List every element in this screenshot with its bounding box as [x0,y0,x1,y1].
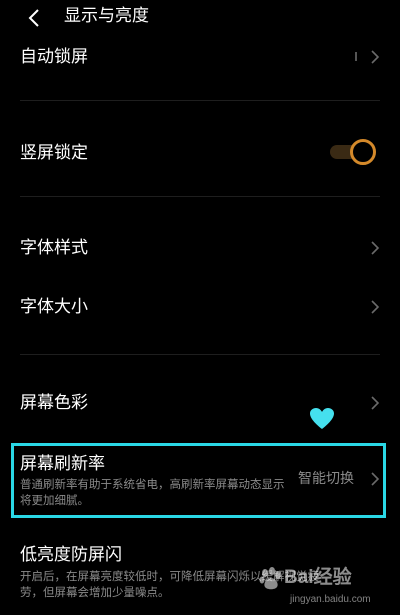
screen-color-label: 屏幕色彩 [20,393,88,413]
scroll-indicator [355,52,357,61]
paw-logo-icon [259,567,281,590]
low-brightness-flicker-label: 低亮度防屏闪 [20,545,122,565]
refresh-rate-label: 屏幕刷新率 [20,454,105,474]
font-size-label: 字体大小 [20,297,88,317]
divider [20,100,380,101]
refresh-rate-value: 智能切换 [298,471,354,487]
chevron-right-icon [371,396,380,410]
top-bar: 显示与亮度 [0,0,400,36]
page-title: 显示与亮度 [64,6,149,26]
chevron-right-icon [371,300,380,314]
watermark-brand: Bai经验 [284,567,352,588]
chevron-left-icon[interactable] [24,7,46,29]
divider [20,354,380,355]
heart-icon [310,408,334,429]
refresh-rate-description: 普通刷新率有助于系统省电，高刷新率屏幕动态显示将更加细腻。 [20,477,285,507]
chevron-right-icon [371,50,380,64]
chevron-right-icon [371,472,380,486]
divider [20,196,380,197]
portrait-lock-label: 竖屏锁定 [20,143,88,163]
portrait-lock-toggle[interactable] [330,138,376,166]
settings-row-screen-color[interactable]: 屏幕色彩 [0,381,400,425]
settings-row-font-style[interactable]: 字体样式 [0,226,400,270]
chevron-right-icon [371,241,380,255]
settings-row-font-size[interactable]: 字体大小 [0,285,400,329]
watermark-url: jingyan.baidu.com [290,594,371,605]
settings-row-auto-lock[interactable]: 自动锁屏 [0,36,400,80]
auto-lock-label: 自动锁屏 [20,47,88,67]
baidu-jingyan-watermark: Bai经验 jingyan.baidu.com [256,562,396,612]
toggle-knob [350,139,376,165]
font-style-label: 字体样式 [20,238,88,258]
